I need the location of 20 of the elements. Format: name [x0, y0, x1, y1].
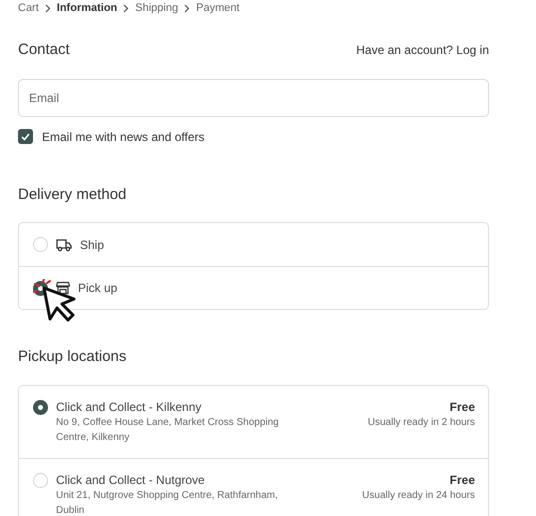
option-label: Pick up	[78, 280, 118, 297]
location-address: No 9, Coffee House Lane, Market Cross Shopping Centre, Kilkenny	[56, 416, 280, 444]
breadcrumb-link[interactable]: Cart	[18, 0, 39, 16]
email-field[interactable]: Email	[18, 78, 489, 116]
breadcrumb-link[interactable]: Payment	[196, 0, 240, 16]
ready-time-text: Usually ready in 24 hours	[362, 488, 475, 502]
breadcrumb-link[interactable]: Shipping	[135, 0, 178, 16]
location-name: Click and Collect - Nutgrove	[56, 472, 206, 488]
checkbox-label: Email me with news and offers	[42, 128, 205, 146]
location-address: Unit 21, Nutgrove Shopping Centre, Rathfarnham, Dublin	[56, 488, 279, 516]
location-name: Click and Collect - Kilkenny	[56, 398, 202, 414]
section-title: Pickup locations	[18, 347, 128, 367]
login-link[interactable]: Have an account? Log in	[356, 41, 489, 60]
price-text: Free	[450, 472, 475, 488]
section-title: Delivery method	[18, 184, 128, 204]
price-text: Free	[450, 398, 475, 414]
option-label: Ship	[80, 236, 104, 254]
breadcrumb-link[interactable]: Information	[56, 0, 118, 16]
ready-time-text: Usually ready in 2 hours	[368, 416, 475, 430]
section-title: Contact	[18, 40, 70, 60]
